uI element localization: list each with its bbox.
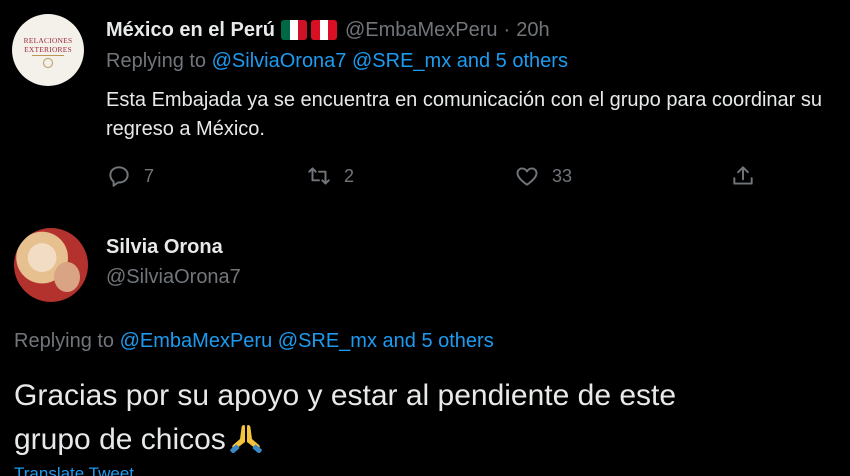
tweet-text: Esta Embajada ya se encuentra en comunic… xyxy=(106,89,822,140)
parent-tweet[interactable]: RELACIONES EXTERIORES México en el Perú … xyxy=(0,0,850,208)
avatar[interactable] xyxy=(14,228,88,302)
translate-tweet-link[interactable]: Translate Tweet xyxy=(14,464,134,476)
avatar-photo xyxy=(54,262,80,292)
tweet-actions: 7 2 33 xyxy=(106,160,766,192)
replying-mentions-link[interactable]: @SilviaOrona7 @SRE_mx and 5 others xyxy=(212,50,568,72)
peru-flag-icon xyxy=(310,20,337,40)
tweet-text-line2: grupo de chicos xyxy=(14,423,226,456)
share-button[interactable] xyxy=(730,160,768,192)
retweet-icon xyxy=(308,167,330,185)
divider xyxy=(32,55,64,56)
like-icon xyxy=(516,167,538,186)
retweet-button[interactable]: 2 xyxy=(306,160,354,192)
avatar-logo-text: RELACIONES EXTERIORES xyxy=(23,36,73,54)
like-button[interactable]: 33 xyxy=(514,160,572,192)
replying-prefix: Replying to xyxy=(106,50,212,72)
avatar[interactable]: RELACIONES EXTERIORES xyxy=(12,14,84,86)
seal-icon xyxy=(43,58,53,68)
reply-count: 7 xyxy=(144,165,155,186)
replying-prefix: Replying to xyxy=(14,330,120,352)
tweet-text-line1: Gracias por su apoyo y estar al pendient… xyxy=(14,379,677,412)
replying-mentions-link[interactable]: @EmbaMexPeru @SRE_mx and 5 others xyxy=(120,330,494,352)
separator: · xyxy=(503,18,511,41)
reply-button[interactable]: 7 xyxy=(106,160,154,192)
display-name[interactable]: México en el Perú xyxy=(106,19,275,42)
mexico-flag-icon xyxy=(280,20,307,40)
replying-to: Replying to @EmbaMexPeru @SRE_mx and 5 o… xyxy=(14,330,494,353)
tweet-text: Gracias por su apoyo y estar al pendient… xyxy=(14,374,834,462)
reply-icon xyxy=(109,166,129,187)
replying-to: Replying to @SilviaOrona7 @SRE_mx and 5 … xyxy=(106,50,568,73)
retweet-count: 2 xyxy=(344,165,355,186)
tweet-header: México en el Perú @EmbaMexPeru · 20h xyxy=(106,17,550,43)
timestamp[interactable]: 20h xyxy=(516,19,549,42)
handle[interactable]: @EmbaMexPeru xyxy=(345,19,498,42)
display-name[interactable]: Silvia Orona xyxy=(106,236,223,259)
folded-hands-icon xyxy=(229,425,262,453)
like-count: 33 xyxy=(552,165,573,186)
share-icon xyxy=(733,166,753,185)
focused-tweet[interactable]: Silvia Orona @SilviaOrona7 Replying to @… xyxy=(0,210,850,476)
handle[interactable]: @SilviaOrona7 xyxy=(106,266,241,289)
